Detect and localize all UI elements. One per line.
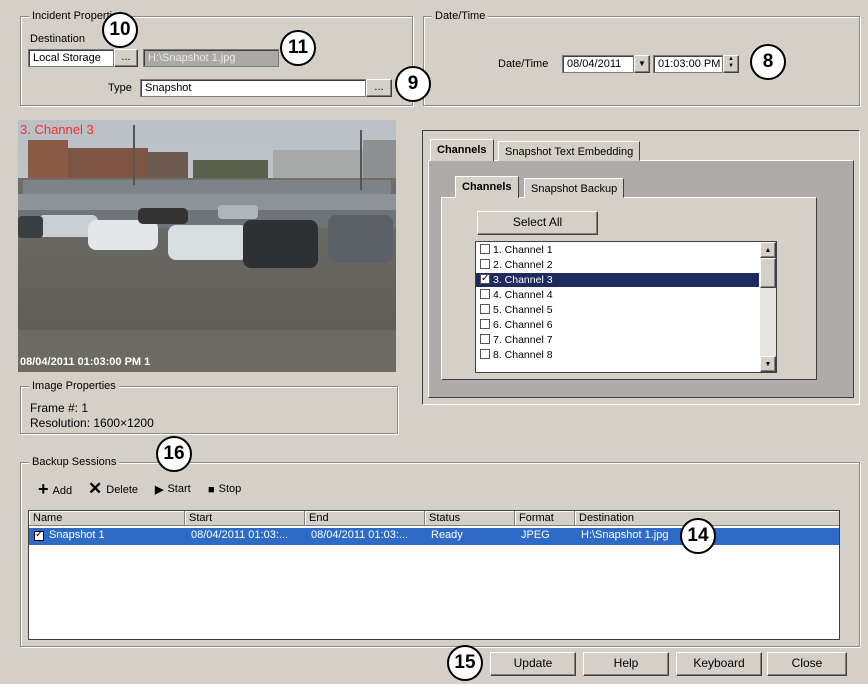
spin-up-icon: ▲	[728, 56, 734, 62]
type-browse-button[interactable]: ...	[366, 79, 392, 97]
callout-14: 14	[680, 518, 716, 554]
backup-sessions-table[interactable]: Name Start End Status Format Destination…	[28, 510, 840, 640]
keyboard-button[interactable]: Keyboard	[676, 652, 762, 676]
channel-label: 7. Channel 7	[493, 334, 553, 346]
tab-channels[interactable]: Channels	[430, 139, 494, 161]
callout-10: 10	[102, 12, 138, 48]
start-button[interactable]: ▶ Start	[155, 481, 191, 498]
row-checkbox[interactable]	[34, 529, 44, 541]
resolution: Resolution: 1600×1200	[30, 416, 154, 430]
callout-8: 8	[750, 44, 786, 80]
frame-number: Frame #: 1	[30, 401, 89, 415]
add-label: Add	[52, 485, 73, 497]
channel-checkbox[interactable]	[480, 349, 490, 359]
channel-checkbox[interactable]	[480, 259, 490, 269]
channel-list-scrollbar[interactable]: ▲ ▼	[760, 242, 776, 372]
callout-16: 16	[156, 436, 192, 472]
select-all-button[interactable]: Select All	[477, 211, 598, 235]
stop-icon: ■	[208, 484, 215, 496]
start-label: Start	[167, 483, 191, 495]
camera-snapshot: 3. Channel 3 08/04/2011 01:03:00 PM 1	[18, 120, 396, 372]
channel-label: 2. Channel 2	[493, 259, 553, 271]
date-field[interactable]: 08/04/2011	[562, 55, 634, 73]
column-header-start[interactable]: Start	[185, 511, 305, 526]
row-format: JPEG	[521, 529, 550, 541]
channel-label: 3. Channel 3	[493, 274, 553, 286]
date-dropdown-button[interactable]: ▼	[634, 55, 650, 73]
column-header-format[interactable]: Format	[515, 511, 575, 526]
type-field[interactable]: Snapshot	[140, 79, 366, 97]
scroll-up-button[interactable]: ▲	[760, 242, 776, 258]
delete-label: Delete	[106, 484, 139, 496]
callout-15: 15	[447, 645, 483, 681]
channel-checkbox[interactable]	[480, 334, 490, 344]
tab-snapshot-text-embedding[interactable]: Snapshot Text Embedding	[498, 141, 641, 161]
channel-checkbox[interactable]	[480, 272, 490, 286]
row-status: Ready	[431, 529, 463, 541]
chevron-down-icon: ▼	[638, 59, 646, 68]
time-spin-button[interactable]: ▲ ▼	[723, 55, 739, 73]
image-properties-title: Image Properties	[29, 379, 119, 393]
column-header-status[interactable]: Status	[425, 511, 515, 526]
close-button[interactable]: Close	[767, 652, 847, 676]
channel-list-item[interactable]: 1. Channel 1	[476, 243, 759, 257]
channel-list-item[interactable]: 7. Channel 7	[476, 333, 759, 347]
time-field[interactable]: 01:03:00 PM	[653, 55, 723, 73]
table-row[interactable]: Snapshot 1 08/04/2011 01:03:... 08/04/20…	[29, 528, 839, 545]
backup-sessions-title: Backup Sessions	[29, 455, 120, 469]
channel-label: 5. Channel 5	[493, 304, 553, 316]
row-end: 08/04/2011 01:03:...	[311, 529, 409, 541]
delete-icon: ✕	[88, 479, 103, 498]
column-header-end[interactable]: End	[305, 511, 425, 526]
channel-checkbox[interactable]	[480, 304, 490, 314]
stop-label: Stop	[218, 483, 242, 495]
play-icon: ▶	[155, 484, 164, 496]
column-header-name[interactable]: Name	[29, 511, 185, 526]
channel-checkbox[interactable]	[480, 319, 490, 329]
delete-button[interactable]: ✕ Delete	[88, 479, 139, 498]
channel-label: 6. Channel 6	[493, 319, 553, 331]
channel-checkbox[interactable]	[480, 244, 490, 254]
inner-tab-snapshot-backup[interactable]: Snapshot Backup	[524, 178, 625, 198]
destination-field[interactable]: Local Storage	[28, 49, 114, 67]
channel-label: 8. Channel 8	[493, 349, 553, 361]
datetime-label: Date/Time	[498, 58, 549, 70]
camera-timestamp: 08/04/2011 01:03:00 PM 1	[20, 356, 151, 368]
channel-label: 1. Channel 1	[493, 244, 553, 256]
update-button[interactable]: Update	[490, 652, 576, 676]
scroll-thumb[interactable]	[760, 258, 776, 288]
callout-9: 9	[395, 66, 431, 102]
destination-label: Destination	[30, 33, 86, 45]
scroll-down-button[interactable]: ▼	[760, 356, 776, 372]
channel-list-item[interactable]: 6. Channel 6	[476, 318, 759, 332]
channel-list-item[interactable]: 3. Channel 3	[476, 272, 759, 287]
type-label: Type	[108, 82, 132, 94]
destination-browse-button[interactable]: ...	[114, 49, 138, 67]
channel-label: 4. Channel 4	[493, 289, 553, 301]
add-button[interactable]: + Add	[38, 479, 73, 499]
channel-list[interactable]: 1. Channel 1 2. Channel 2 3. Channel 3 4. C…	[475, 241, 777, 373]
channel-list-item[interactable]: 8. Channel 8	[476, 348, 759, 362]
destination-path-field: H:\Snapshot 1.jpg	[143, 49, 279, 67]
row-start: 08/04/2011 01:03:...	[191, 529, 289, 541]
row-destination: H:\Snapshot 1.jpg	[581, 529, 669, 541]
spin-down-icon: ▼	[728, 63, 734, 69]
inner-tab-channels[interactable]: Channels	[455, 176, 519, 198]
channel-list-item[interactable]: 2. Channel 2	[476, 258, 759, 272]
channel-list-item[interactable]: 4. Channel 4	[476, 288, 759, 302]
channel-checkbox[interactable]	[480, 289, 490, 299]
help-button[interactable]: Help	[583, 652, 669, 676]
callout-11: 11	[280, 30, 316, 66]
datetime-title: Date/Time	[432, 9, 489, 23]
stop-button[interactable]: ■ Stop	[208, 481, 241, 498]
plus-icon: +	[38, 479, 49, 499]
channel-list-item[interactable]: 5. Channel 5	[476, 303, 759, 317]
parking-lot-image	[18, 120, 396, 372]
row-name: Snapshot 1	[49, 529, 105, 541]
camera-channel-label: 3. Channel 3	[20, 122, 94, 137]
